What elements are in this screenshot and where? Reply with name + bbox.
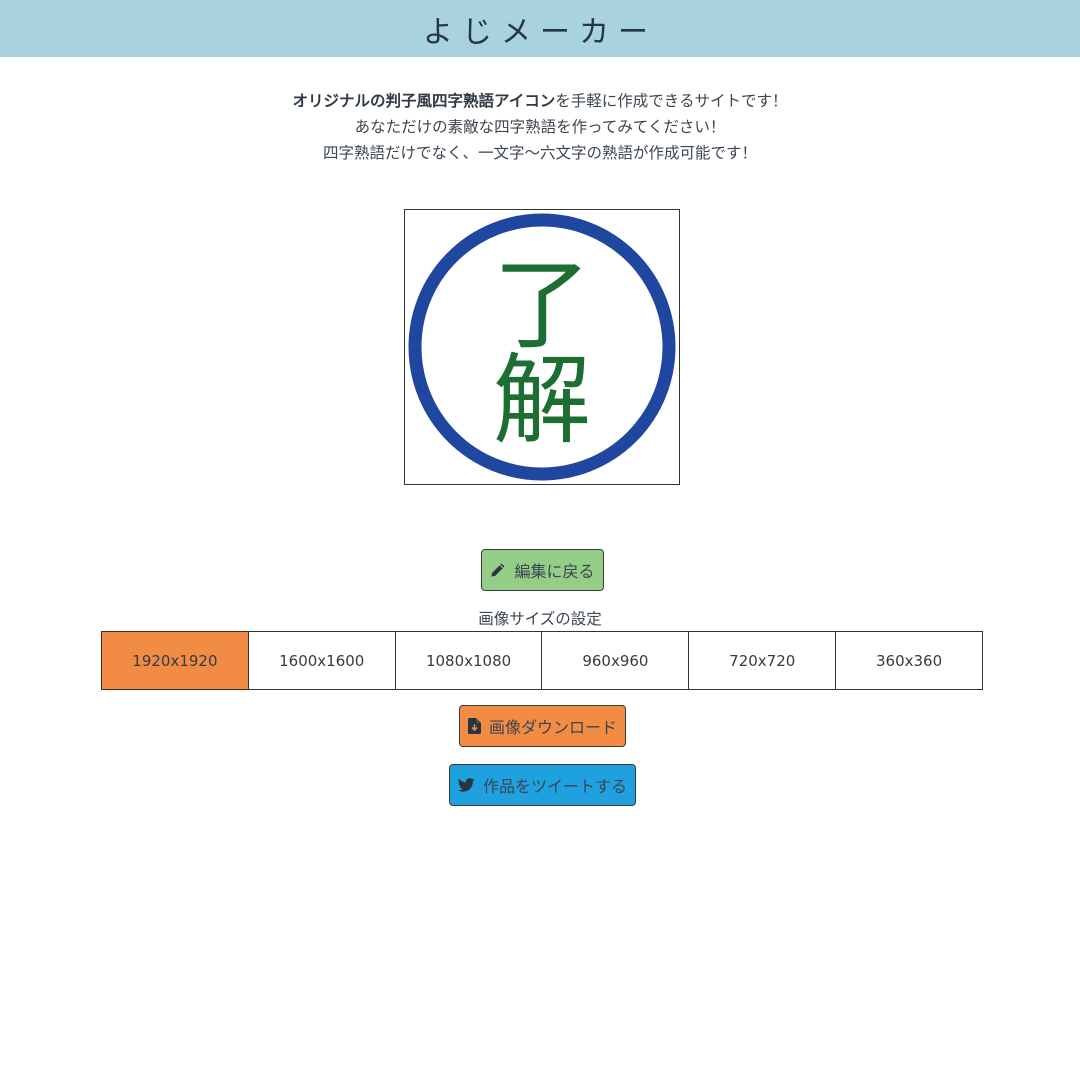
size-option-1600x1600[interactable]: 1600x1600 [247,631,396,690]
size-option-1920x1920[interactable]: 1920x1920 [101,631,249,690]
image-size-selector: 1920x1920 1600x1600 1080x1080 960x960 720x72… [101,631,983,690]
intro-line-1-rest: を手軽に作成できるサイトです！ [555,92,788,110]
pencil-icon [490,562,506,578]
size-option-960x960[interactable]: 960x960 [541,631,690,690]
stamp-image: 了 解 [408,213,676,481]
intro-highlight: オリジナルの判子風四字熟語アイコン [292,92,556,110]
download-image-label: 画像ダウンロード [488,718,617,737]
size-option-360x360[interactable]: 360x360 [835,631,983,690]
intro-line-1: オリジナルの判子風四字熟語アイコンを手軽に作成できるサイトです！ [0,88,1080,114]
site-header: よじメーカー [0,0,1080,57]
stamp-character-2: 解 [493,344,591,458]
intro-text: オリジナルの判子風四字熟語アイコンを手軽に作成できるサイトです！ あなただけの素… [0,88,1080,166]
size-option-1080x1080[interactable]: 1080x1080 [394,631,543,690]
size-option-720x720[interactable]: 720x720 [688,631,837,690]
intro-line-2: あなただけの素敵な四字熟語を作ってみてください！ [354,118,726,136]
back-to-edit-button[interactable]: 編集に戻る [481,549,604,591]
stamp-preview: 了 解 [404,209,680,485]
site-title[interactable]: よじメーカー [423,7,657,51]
image-size-label: 画像サイズの設定 [478,610,602,628]
file-download-icon [467,718,481,734]
tweet-artwork-button[interactable]: 作品をツイートする [449,764,636,806]
back-to-edit-label: 編集に戻る [514,562,595,581]
download-image-button[interactable]: 画像ダウンロード [459,705,626,747]
twitter-bird-icon [457,778,475,792]
intro-line-3: 四字熟語だけでなく、一文字〜六文字の熟語が作成可能です！ [322,144,757,162]
tweet-artwork-label: 作品をツイートする [482,777,627,796]
